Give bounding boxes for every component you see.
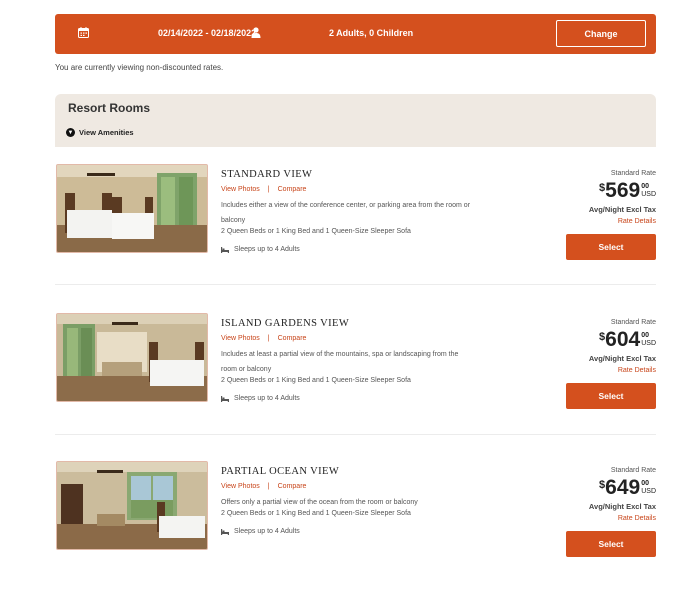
rate-type: Standard Rate [610,170,656,177]
room-name: STANDARD VIEW [221,169,313,180]
bed-configuration: 2 Queen Beds or 1 King Bed and 1 Queen-S… [221,377,411,384]
bed-icon [221,395,229,402]
rate-notice: You are currently viewing non-discounted… [55,63,224,72]
occupancy: Sleeps up to 4 Adults [221,528,300,535]
sleeps-label: Sleeps up to 4 Adults [234,528,300,535]
link-separator: | [267,483,270,490]
price-amount: 604 [605,328,641,351]
view-photos-link[interactable]: View Photos [221,335,260,342]
person-icon [251,27,261,40]
select-room-button[interactable]: Select [566,234,656,260]
view-photos-link[interactable]: View Photos [221,483,260,490]
room-links: View Photos | Compare [221,335,306,342]
occupancy: Sleeps up to 4 Adults [221,395,300,402]
bed-icon [221,246,229,253]
view-photos-link[interactable]: View Photos [221,186,260,193]
room-photo[interactable] [56,461,208,550]
room-price: $ 569 00 USD [599,180,656,202]
room-photo[interactable] [56,164,208,253]
price-cents-block: 00 USD [641,183,656,199]
calendar-icon [78,27,89,40]
price-basis: Avg/Night Excl Tax [588,205,656,214]
room-name: ISLAND GARDENS VIEW [221,318,350,329]
room-description: Includes either a view of the conference… [221,202,471,224]
bed-configuration: 2 Queen Beds or 1 King Bed and 1 Queen-S… [221,510,411,517]
link-separator: | [267,335,270,342]
room-card: STANDARD VIEW View Photos | Compare Incl… [55,164,656,294]
rate-details-link[interactable]: Rate Details [618,218,656,225]
view-amenities-label: View Amenities [79,128,134,137]
chevron-down-icon: ▼ [66,128,75,137]
room-links: View Photos | Compare [221,483,306,490]
change-search-button[interactable]: Change [556,20,646,47]
guest-count: 2 Adults, 0 Children [329,28,414,38]
rate-details-link[interactable]: Rate Details [618,367,656,374]
room-name: PARTIAL OCEAN VIEW [221,466,340,477]
price-basis: Avg/Night Excl Tax [588,354,656,363]
room-links: View Photos | Compare [221,186,306,193]
price-amount: 649 [605,476,641,499]
price-cents-block: 00 USD [641,332,656,348]
room-divider [55,284,656,285]
price-basis: Avg/Night Excl Tax [588,502,656,511]
room-photo[interactable] [56,313,208,402]
bed-configuration: 2 Queen Beds or 1 King Bed and 1 Queen-S… [221,228,411,235]
price-cents: 00 [641,183,650,190]
room-price: $ 649 00 USD [599,477,656,499]
section-title: Resort Rooms [68,101,151,115]
currency-code: USD [641,488,656,495]
view-amenities-toggle[interactable]: ▼ View Amenities [66,128,134,137]
price-cents: 00 [641,332,650,339]
price-cents-block: 00 USD [641,480,656,496]
resort-rooms-header: Resort Rooms ▼ View Amenities [55,94,656,147]
occupancy: Sleeps up to 4 Adults [221,246,300,253]
room-price: $ 604 00 USD [599,329,656,351]
compare-link[interactable]: Compare [278,483,307,490]
currency-code: USD [641,340,656,347]
room-card: PARTIAL OCEAN VIEW View Photos | Compare… [55,461,656,591]
currency-code: USD [641,191,656,198]
link-separator: | [267,186,270,193]
rate-type: Standard Rate [610,319,656,326]
room-description: Offers only a partial view of the ocean … [221,499,418,506]
compare-link[interactable]: Compare [278,186,307,193]
room-divider [55,434,656,435]
room-card: ISLAND GARDENS VIEW View Photos | Compar… [55,313,656,443]
bed-icon [221,528,229,535]
date-range: 02/14/2022 - 02/18/2022 [158,28,257,38]
select-room-button[interactable]: Select [566,531,656,557]
rate-type: Standard Rate [610,467,656,474]
rate-details-link[interactable]: Rate Details [618,515,656,522]
select-room-button[interactable]: Select [566,383,656,409]
compare-link[interactable]: Compare [278,335,307,342]
room-description: Includes at least a partial view of the … [221,351,459,373]
sleeps-label: Sleeps up to 4 Adults [234,395,300,402]
price-amount: 569 [605,179,641,202]
search-summary-bar: 02/14/2022 - 02/18/2022 2 Adults, 0 Chil… [55,14,656,54]
sleeps-label: Sleeps up to 4 Adults [234,246,300,253]
price-cents: 00 [641,480,650,487]
